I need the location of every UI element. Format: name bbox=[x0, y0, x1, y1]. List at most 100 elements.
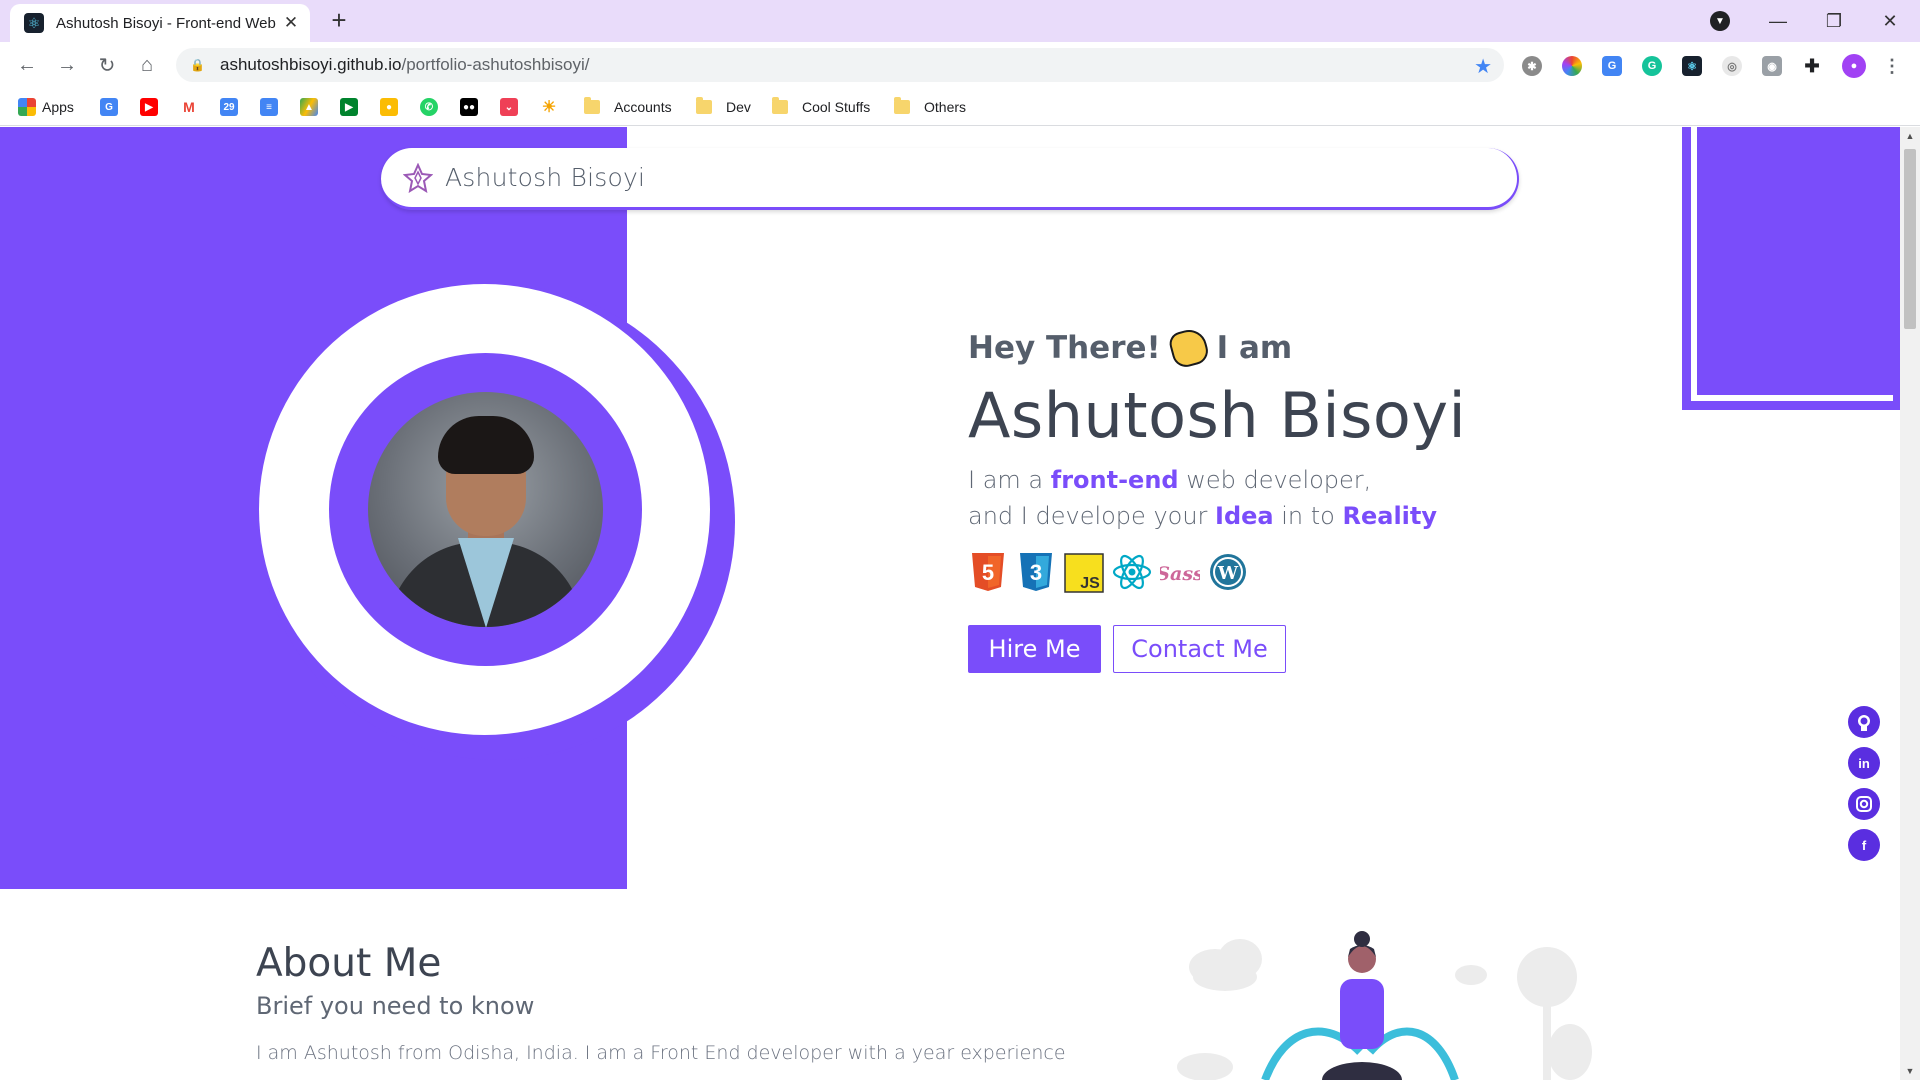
grammarly-extension-icon[interactable]: G bbox=[1642, 56, 1662, 76]
folder-icon bbox=[894, 97, 910, 114]
bookmark-gmail[interactable]: M bbox=[180, 97, 204, 117]
waving-hand-icon bbox=[1166, 325, 1211, 371]
browser-tab-strip: ⚛ Ashutosh Bisoyi - Front-end Web ✕ + ▼ … bbox=[0, 0, 1920, 42]
close-window-button[interactable]: ✕ bbox=[1862, 0, 1918, 42]
back-icon[interactable]: ← bbox=[12, 50, 42, 80]
folder-label: Dev bbox=[726, 99, 751, 115]
bookmark-docs[interactable]: ≡ bbox=[260, 97, 284, 117]
bookmark-meet[interactable]: ▶ bbox=[340, 97, 364, 117]
translate-extension-icon[interactable]: G bbox=[1602, 56, 1622, 76]
bookmark-folder-dev[interactable]: Dev bbox=[696, 97, 751, 117]
facebook-icon[interactable]: f bbox=[1848, 829, 1880, 861]
tagline-text: and I develope your bbox=[968, 502, 1216, 530]
minimize-button[interactable]: ― bbox=[1750, 0, 1806, 42]
skills-icons: 5 3 JS Sass W bbox=[968, 551, 1248, 593]
bookmark-apps-label: Apps bbox=[42, 99, 74, 115]
instagram-icon[interactable] bbox=[1848, 788, 1880, 820]
new-tab-button[interactable]: + bbox=[324, 6, 354, 36]
corner-decoration bbox=[1682, 127, 1902, 410]
bookmark-medium[interactable]: ●● bbox=[460, 97, 484, 117]
classroom-icon: G bbox=[100, 98, 118, 116]
scrollbar-thumb[interactable] bbox=[1904, 149, 1916, 329]
bookmark-keep[interactable]: ● bbox=[380, 97, 404, 117]
profile-avatar[interactable]: ● bbox=[1842, 54, 1866, 78]
about-title: About Me bbox=[256, 941, 442, 986]
profile-photo bbox=[368, 392, 603, 627]
tagline-line-1: I am a front-end web developer, bbox=[968, 462, 1437, 498]
browser-tab[interactable]: ⚛ Ashutosh Bisoyi - Front-end Web ✕ bbox=[10, 4, 310, 42]
bookmark-folder-cool-stuffs[interactable]: Cool Stuffs bbox=[772, 97, 870, 117]
page-scrollbar[interactable]: ▲ ▼ bbox=[1900, 127, 1920, 1080]
whatsapp-icon: ✆ bbox=[420, 98, 438, 116]
react-devtools-icon[interactable]: ⚛ bbox=[1682, 56, 1702, 76]
scroll-up-icon[interactable]: ▲ bbox=[1905, 131, 1915, 141]
folder-label: Cool Stuffs bbox=[802, 99, 871, 115]
github-glyph bbox=[1858, 715, 1870, 731]
tab-close-icon[interactable]: ✕ bbox=[282, 13, 300, 33]
tab-title: Ashutosh Bisoyi - Front-end Web bbox=[56, 14, 276, 32]
social-links: in f bbox=[1848, 706, 1880, 861]
menu-kebab-icon[interactable]: ⋮ bbox=[1882, 56, 1902, 76]
browser-toolbar: ← → ↻ ⌂ 🔒 ashutoshbisoyi.github.io/portf… bbox=[0, 42, 1920, 88]
bug-extension-icon[interactable]: ✱ bbox=[1522, 56, 1542, 76]
drive-icon: ▲ bbox=[300, 98, 318, 116]
bookmark-calendar[interactable]: 29 bbox=[220, 97, 244, 117]
react-favicon-icon: ⚛ bbox=[24, 13, 44, 33]
folder-label: Accounts bbox=[614, 99, 672, 115]
corner-decoration-fill bbox=[1697, 127, 1893, 395]
folder-icon bbox=[772, 97, 788, 114]
folder-label: Others bbox=[924, 99, 967, 115]
bookmark-weather[interactable]: ☀ bbox=[540, 97, 564, 117]
svg-text:JS: JS bbox=[1080, 575, 1100, 592]
site-brand[interactable]: Ashutosh Bisoyi bbox=[445, 163, 645, 192]
bookmark-folder-accounts[interactable]: Accounts bbox=[584, 97, 672, 117]
home-icon[interactable]: ⌂ bbox=[132, 50, 162, 80]
bookmark-google-classroom[interactable]: G bbox=[100, 97, 124, 117]
tagline-line-2: and I develope your Idea in to Reality bbox=[968, 498, 1437, 534]
gmail-icon: M bbox=[180, 98, 198, 116]
bookmark-drive[interactable]: ▲ bbox=[300, 97, 324, 117]
lock-icon: 🔒 bbox=[190, 58, 205, 72]
extension-icon[interactable]: ◎ bbox=[1722, 56, 1742, 76]
bookmark-pocket[interactable]: ⌄ bbox=[500, 97, 524, 117]
tagline-text: in to bbox=[1273, 502, 1343, 530]
bookmark-youtube[interactable]: ▶ bbox=[140, 97, 164, 117]
bookmarks-bar: Apps G ▶ M 29 ≡ ▲ ▶ ● ✆ ●● ⌄ ☀ Accounts … bbox=[0, 88, 1920, 126]
tagline-highlight: Reality bbox=[1342, 502, 1438, 530]
javascript-icon: JS bbox=[1064, 553, 1104, 593]
weather-icon: ☀ bbox=[540, 98, 558, 116]
address-bar[interactable]: 🔒 ashutoshbisoyi.github.io/portfolio-ash… bbox=[176, 48, 1504, 82]
scroll-down-icon[interactable]: ▼ bbox=[1905, 1066, 1915, 1076]
extensions-puzzle-icon[interactable]: ✚ bbox=[1802, 56, 1822, 76]
sass-icon: Sass bbox=[1160, 563, 1200, 585]
wordpress-icon: W bbox=[1210, 554, 1246, 590]
medium-icon: ●● bbox=[460, 98, 478, 116]
github-icon[interactable] bbox=[1848, 706, 1880, 738]
tagline-text: web developer, bbox=[1178, 466, 1372, 494]
pocket-icon: ⌄ bbox=[500, 98, 518, 116]
html5-icon: 5 bbox=[972, 553, 1004, 591]
camera-extension-icon[interactable]: ◉ bbox=[1762, 56, 1782, 76]
media-control-icon[interactable]: ▼ bbox=[1710, 11, 1730, 31]
page-viewport: Ashutosh Bisoyi Hey There! I am Ashutosh… bbox=[0, 127, 1920, 1080]
bookmark-apps[interactable]: Apps bbox=[18, 97, 74, 117]
tagline-highlight: front-end bbox=[1050, 466, 1179, 494]
forward-icon[interactable]: → bbox=[52, 50, 82, 80]
photo-hair bbox=[438, 416, 534, 474]
folder-icon bbox=[584, 97, 600, 114]
bookmark-folder-others[interactable]: Others bbox=[894, 97, 966, 117]
instagram-glyph bbox=[1856, 796, 1872, 812]
color-picker-extension-icon[interactable] bbox=[1562, 56, 1582, 76]
site-navbar: Ashutosh Bisoyi bbox=[381, 148, 1519, 210]
contact-me-button[interactable]: Contact Me bbox=[1113, 625, 1286, 673]
restore-button[interactable]: ❐ bbox=[1806, 0, 1862, 42]
bookmark-whatsapp[interactable]: ✆ bbox=[420, 97, 444, 117]
svg-text:3: 3 bbox=[1030, 560, 1042, 585]
linkedin-icon[interactable]: in bbox=[1848, 747, 1880, 779]
hire-me-button[interactable]: Hire Me bbox=[968, 625, 1101, 673]
css3-icon: 3 bbox=[1020, 553, 1052, 591]
reload-icon[interactable]: ↻ bbox=[92, 50, 122, 80]
about-subtitle: Brief you need to know bbox=[256, 992, 535, 1020]
bookmark-star-icon[interactable]: ★ bbox=[1474, 54, 1492, 79]
logo-icon[interactable] bbox=[403, 162, 433, 193]
